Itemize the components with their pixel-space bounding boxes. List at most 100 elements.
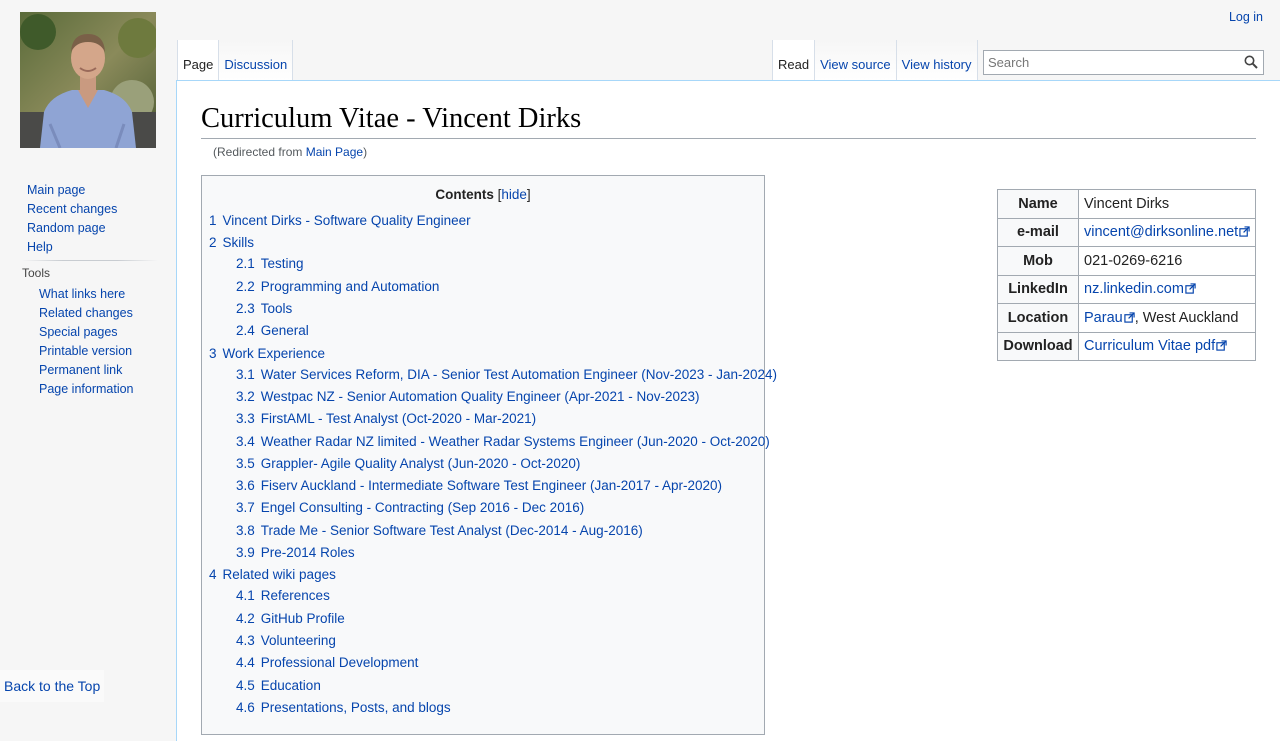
external-link-icon bbox=[1124, 312, 1135, 323]
toc-item[interactable]: 3.3 FirstAML - Test Analyst (Oct-2020 - M… bbox=[236, 411, 536, 426]
toc-item[interactable]: 4.1 References bbox=[236, 588, 330, 603]
toc-item[interactable]: 2.2 Programming and Automation bbox=[236, 279, 439, 294]
sidebar-item-random-page[interactable]: Random page bbox=[27, 221, 106, 235]
toc-item-text: Tools bbox=[260, 301, 293, 316]
toc-item[interactable]: 4.3 Volunteering bbox=[236, 633, 336, 648]
sidebar-item-main-page[interactable]: Main page bbox=[27, 183, 85, 197]
toc-item-number: 3 bbox=[209, 346, 217, 361]
sidebar-divider bbox=[22, 260, 158, 261]
toc-title: Contents [hide] bbox=[435, 187, 531, 202]
toc-item[interactable]: 4.6 Presentations, Posts, and blogs bbox=[236, 700, 451, 715]
toc-item[interactable]: 3.5 Grappler- Agile Quality Analyst (Jun-… bbox=[236, 456, 580, 471]
sidebar-item-help[interactable]: Help bbox=[27, 240, 53, 254]
sidebar-item-page-information[interactable]: Page information bbox=[39, 382, 134, 396]
sidebar-item-printable-version[interactable]: Printable version bbox=[39, 344, 132, 358]
toc-item[interactable]: 3.6 Fiserv Auckland - Intermediate Softwa… bbox=[236, 478, 722, 493]
infobox-link[interactable]: Parau bbox=[1084, 310, 1135, 326]
toc-item-number: 4.3 bbox=[236, 633, 255, 648]
toc-item-number: 3.5 bbox=[236, 456, 255, 471]
toc-item-number: 3.9 bbox=[236, 545, 255, 560]
toc-item-number: 4 bbox=[209, 567, 217, 582]
toc-item-text: Education bbox=[260, 678, 321, 693]
tab-discussion[interactable]: Discussion bbox=[219, 40, 294, 80]
toc-item[interactable]: 4 Related wiki pages bbox=[209, 567, 336, 582]
external-link-icon bbox=[1239, 226, 1250, 237]
toc-item-text: Professional Development bbox=[260, 655, 419, 670]
toc-item-text: Testing bbox=[260, 256, 304, 271]
toc-item[interactable]: 1 Vincent Dirks - Software Quality Engine… bbox=[209, 213, 471, 228]
toc-item[interactable]: 2 Skills bbox=[209, 235, 254, 250]
search-box bbox=[983, 50, 1264, 75]
toc-item-text: Fiserv Auckland - Intermediate Software … bbox=[260, 478, 723, 493]
site-logo-photo[interactable] bbox=[20, 12, 156, 148]
main-content: Curriculum Vitae - Vincent Dirks (Redire… bbox=[176, 80, 1280, 741]
toc-hide-toggle[interactable]: hide bbox=[501, 187, 527, 202]
infobox-link[interactable]: Curriculum Vitae pdf bbox=[1084, 338, 1227, 354]
toc-item[interactable]: 3.2 Westpac NZ - Senior Automation Qualit… bbox=[236, 389, 700, 404]
sidebar-item-related-changes[interactable]: Related changes bbox=[39, 306, 133, 320]
search-input[interactable] bbox=[984, 51, 1238, 73]
namespace-tabs: Page Discussion bbox=[177, 40, 294, 80]
sidebar-navigation: Main page Recent changes Random page Hel… bbox=[27, 181, 117, 257]
infobox-link[interactable]: vincent@dirksonline.net bbox=[1084, 224, 1250, 240]
toc-item[interactable]: 4.4 Professional Development bbox=[236, 655, 418, 670]
view-tabs: Read View source View history bbox=[772, 40, 978, 80]
login-link[interactable]: Log in bbox=[1229, 10, 1263, 24]
infobox-row: Mob 021-0269-6216 bbox=[997, 246, 1257, 276]
toc-item-text: Trade Me - Senior Software Test Analyst … bbox=[260, 523, 643, 538]
infobox-value-cell: Parau , West Auckland bbox=[1077, 303, 1257, 333]
redirect-notice: (Redirected from Main Page) bbox=[213, 145, 368, 159]
toc-item-text: Skills bbox=[222, 235, 255, 250]
portrait-image bbox=[20, 12, 156, 148]
toc-item[interactable]: 4.2 GitHub Profile bbox=[236, 611, 345, 626]
table-of-contents: Contents [hide] 1 Vincent Dirks - Softwar… bbox=[201, 175, 777, 735]
toc-item[interactable]: 3.7 Engel Consulting - Contracting (Sep 2… bbox=[236, 500, 584, 515]
toc-item-text: Vincent Dirks - Software Quality Enginee… bbox=[222, 213, 471, 228]
infobox-key: Location bbox=[997, 303, 1079, 333]
toc-item[interactable]: 3 Work Experience bbox=[209, 346, 325, 361]
sidebar-item-permanent-link[interactable]: Permanent link bbox=[39, 363, 122, 377]
sidebar-item-recent-changes[interactable]: Recent changes bbox=[27, 202, 117, 216]
toc-item[interactable]: 2.1 Testing bbox=[236, 256, 304, 271]
toc-item-text: Westpac NZ - Senior Automation Quality E… bbox=[260, 389, 700, 404]
infobox-link-text: Parau bbox=[1084, 309, 1123, 326]
infobox-value: Vincent Dirks bbox=[1084, 195, 1170, 212]
search-icon[interactable] bbox=[1244, 55, 1258, 69]
infobox-value-cell: nz.linkedin.com bbox=[1077, 274, 1257, 304]
tab-page[interactable]: Page bbox=[177, 40, 220, 80]
infobox-link[interactable]: nz.linkedin.com bbox=[1084, 281, 1196, 297]
toc-item[interactable]: 3.4 Weather Radar NZ limited - Weather Ra… bbox=[236, 434, 770, 449]
infobox-key: Download bbox=[997, 331, 1079, 361]
tab-view-history[interactable]: View history bbox=[896, 40, 978, 80]
tab-view-source[interactable]: View source bbox=[815, 40, 897, 80]
toc-item-text: Weather Radar NZ limited - Weather Radar… bbox=[260, 434, 770, 449]
sidebar-item-special-pages[interactable]: Special pages bbox=[39, 325, 118, 339]
external-link-icon bbox=[1185, 283, 1196, 294]
infobox: Name Vincent Dirks e-mail vincent@dirksonli… bbox=[997, 189, 1257, 361]
toc-item-text: Volunteering bbox=[260, 633, 336, 648]
tab-read[interactable]: Read bbox=[772, 40, 816, 80]
infobox-link-text: Curriculum Vitae pdf bbox=[1084, 338, 1216, 355]
toc-item[interactable]: 4.5 Education bbox=[236, 678, 321, 693]
toc-item[interactable]: 2.4 General bbox=[236, 323, 309, 338]
toc-item-text: Presentations, Posts, and blogs bbox=[260, 700, 451, 715]
sidebar-item-what-links-here[interactable]: What links here bbox=[39, 287, 125, 301]
infobox-row: Name Vincent Dirks bbox=[997, 189, 1257, 219]
toc-item-text: Related wiki pages bbox=[222, 567, 336, 582]
toc-item[interactable]: 2.3 Tools bbox=[236, 301, 292, 316]
toc-item[interactable]: 3.1 Water Services Reform, DIA - Senior T… bbox=[236, 367, 777, 382]
sidebar-tools-heading: Tools bbox=[22, 266, 51, 280]
toc-item[interactable]: 3.9 Pre-2014 Roles bbox=[236, 545, 355, 560]
toc-item[interactable]: 3.8 Trade Me - Senior Software Test Analy… bbox=[236, 523, 643, 538]
back-to-top-link[interactable]: Back to the Top bbox=[0, 670, 105, 702]
infobox-key: e-mail bbox=[997, 217, 1079, 247]
toc-item-number: 1 bbox=[209, 213, 217, 228]
infobox-key: LinkedIn bbox=[997, 274, 1079, 304]
infobox-key: Mob bbox=[997, 246, 1079, 276]
infobox-value-cell: 021-0269-6216 bbox=[1077, 246, 1257, 276]
sidebar-tools: What links here Related changes Special … bbox=[39, 285, 134, 399]
toc-item-number: 3.7 bbox=[236, 500, 255, 515]
toc-item-number: 2.2 bbox=[236, 279, 255, 294]
redirect-source-link[interactable]: Main Page bbox=[306, 145, 363, 159]
toc-item-text: Engel Consulting - Contracting (Sep 2016… bbox=[260, 500, 585, 515]
